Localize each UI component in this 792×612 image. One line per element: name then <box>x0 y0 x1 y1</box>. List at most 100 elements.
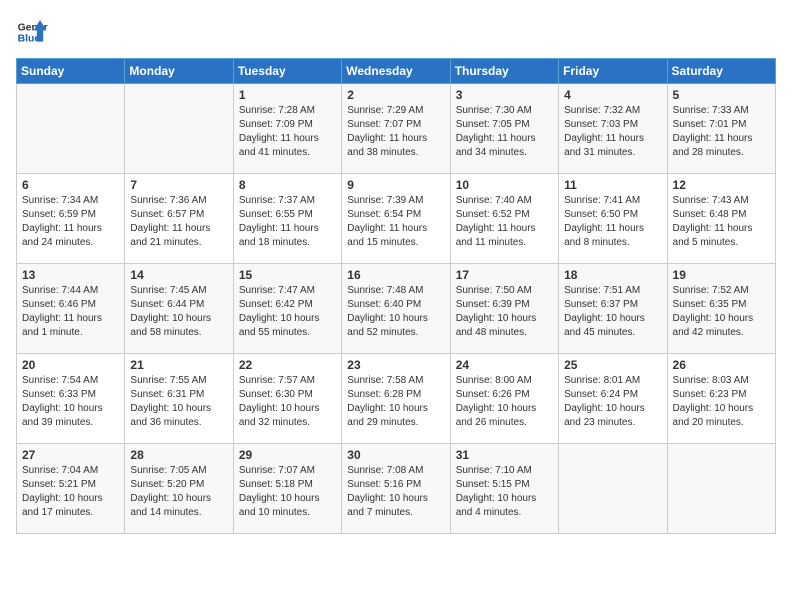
calendar-cell: 11 Sunrise: 7:41 AM Sunset: 6:50 PM Dayli… <box>559 174 667 264</box>
day-info: Sunrise: 7:48 AM Sunset: 6:40 PM Dayligh… <box>347 284 444 340</box>
calendar-cell: 22 Sunrise: 7:57 AM Sunset: 6:30 PM Dayli… <box>233 354 341 444</box>
calendar-cell: 17 Sunrise: 7:50 AM Sunset: 6:39 PM Dayli… <box>450 264 558 354</box>
day-info: Sunrise: 7:07 AM Sunset: 5:18 PM Dayligh… <box>239 464 336 520</box>
day-info: Sunrise: 7:36 AM Sunset: 6:57 PM Dayligh… <box>130 194 227 250</box>
logo-icon: General Blue <box>16 16 48 48</box>
day-info: Sunrise: 8:03 AM Sunset: 6:23 PM Dayligh… <box>673 374 770 430</box>
calendar-cell: 21Sunrise: 7:55 AM Sunset: 6:31 PM Dayli… <box>125 354 233 444</box>
calendar-cell <box>667 444 775 534</box>
day-info: Sunrise: 7:43 AM Sunset: 6:48 PM Dayligh… <box>673 194 770 250</box>
day-number: 15 <box>239 268 336 282</box>
calendar-cell: 10 Sunrise: 7:40 AM Sunset: 6:52 PM Dayli… <box>450 174 558 264</box>
calendar-cell <box>125 84 233 174</box>
calendar-cell: 18 Sunrise: 7:51 AM Sunset: 6:37 PM Dayli… <box>559 264 667 354</box>
calendar-cell: 24 Sunrise: 8:00 AM Sunset: 6:26 PM Dayli… <box>450 354 558 444</box>
day-info: Sunrise: 7:04 AM Sunset: 5:21 PM Dayligh… <box>22 464 119 520</box>
day-number: 22 <box>239 358 336 372</box>
day-number: 10 <box>456 178 553 192</box>
day-number: 26 <box>673 358 770 372</box>
week-row-4: 27 Sunrise: 7:04 AM Sunset: 5:21 PM Dayli… <box>17 444 776 534</box>
calendar-cell: 29 Sunrise: 7:07 AM Sunset: 5:18 PM Dayli… <box>233 444 341 534</box>
day-number: 1 <box>239 88 336 102</box>
day-info: Sunrise: 7:40 AM Sunset: 6:52 PM Dayligh… <box>456 194 553 250</box>
day-info: Sunrise: 7:10 AM Sunset: 5:15 PM Dayligh… <box>456 464 553 520</box>
day-info: Sunrise: 7:05 AM Sunset: 5:20 PM Dayligh… <box>130 464 227 520</box>
day-number: 17 <box>456 268 553 282</box>
day-number: 6 <box>22 178 119 192</box>
header-saturday: Saturday <box>667 59 775 84</box>
day-info: Sunrise: 7:51 AM Sunset: 6:37 PM Dayligh… <box>564 284 661 340</box>
day-number: 28 <box>130 448 227 462</box>
day-number: 20 <box>22 358 119 372</box>
day-number: 12 <box>673 178 770 192</box>
day-number: 9 <box>347 178 444 192</box>
day-number: 24 <box>456 358 553 372</box>
calendar-cell: 3 Sunrise: 7:30 AM Sunset: 7:05 PM Daylig… <box>450 84 558 174</box>
day-info: Sunrise: 7:08 AM Sunset: 5:16 PM Dayligh… <box>347 464 444 520</box>
header-row: SundayMondayTuesdayWednesdayThursdayFrid… <box>17 59 776 84</box>
day-number: 23 <box>347 358 444 372</box>
calendar-cell: 12 Sunrise: 7:43 AM Sunset: 6:48 PM Dayli… <box>667 174 775 264</box>
calendar-cell: 30Sunrise: 7:08 AM Sunset: 5:16 PM Dayli… <box>342 444 450 534</box>
day-info: Sunrise: 7:52 AM Sunset: 6:35 PM Dayligh… <box>673 284 770 340</box>
calendar-cell: 19 Sunrise: 7:52 AM Sunset: 6:35 PM Dayli… <box>667 264 775 354</box>
week-row-2: 13Sunrise: 7:44 AM Sunset: 6:46 PM Dayli… <box>17 264 776 354</box>
calendar-cell: 13Sunrise: 7:44 AM Sunset: 6:46 PM Dayli… <box>17 264 125 354</box>
day-number: 27 <box>22 448 119 462</box>
day-info: Sunrise: 7:33 AM Sunset: 7:01 PM Dayligh… <box>673 104 770 160</box>
day-number: 14 <box>130 268 227 282</box>
calendar-cell: 8Sunrise: 7:37 AM Sunset: 6:55 PM Daylig… <box>233 174 341 264</box>
day-number: 5 <box>673 88 770 102</box>
header-friday: Friday <box>559 59 667 84</box>
calendar-cell: 26 Sunrise: 8:03 AM Sunset: 6:23 PM Dayli… <box>667 354 775 444</box>
calendar-cell: 27 Sunrise: 7:04 AM Sunset: 5:21 PM Dayli… <box>17 444 125 534</box>
week-row-3: 20 Sunrise: 7:54 AM Sunset: 6:33 PM Dayli… <box>17 354 776 444</box>
day-info: Sunrise: 7:47 AM Sunset: 6:42 PM Dayligh… <box>239 284 336 340</box>
calendar-cell: 7 Sunrise: 7:36 AM Sunset: 6:57 PM Daylig… <box>125 174 233 264</box>
day-number: 18 <box>564 268 661 282</box>
day-number: 19 <box>673 268 770 282</box>
header-monday: Monday <box>125 59 233 84</box>
calendar-cell: 28 Sunrise: 7:05 AM Sunset: 5:20 PM Dayli… <box>125 444 233 534</box>
week-row-1: 6Sunrise: 7:34 AM Sunset: 6:59 PM Daylig… <box>17 174 776 264</box>
calendar-table: SundayMondayTuesdayWednesdayThursdayFrid… <box>16 58 776 534</box>
day-number: 11 <box>564 178 661 192</box>
week-row-0: 1 Sunrise: 7:28 AM Sunset: 7:09 PM Daylig… <box>17 84 776 174</box>
calendar-cell: 5 Sunrise: 7:33 AM Sunset: 7:01 PM Daylig… <box>667 84 775 174</box>
day-number: 2 <box>347 88 444 102</box>
day-info: Sunrise: 7:41 AM Sunset: 6:50 PM Dayligh… <box>564 194 661 250</box>
day-info: Sunrise: 8:00 AM Sunset: 6:26 PM Dayligh… <box>456 374 553 430</box>
day-info: Sunrise: 7:28 AM Sunset: 7:09 PM Dayligh… <box>239 104 336 160</box>
day-number: 21 <box>130 358 227 372</box>
calendar-cell: 1 Sunrise: 7:28 AM Sunset: 7:09 PM Daylig… <box>233 84 341 174</box>
calendar-cell: 4 Sunrise: 7:32 AM Sunset: 7:03 PM Daylig… <box>559 84 667 174</box>
day-info: Sunrise: 7:50 AM Sunset: 6:39 PM Dayligh… <box>456 284 553 340</box>
calendar-cell: 2 Sunrise: 7:29 AM Sunset: 7:07 PM Daylig… <box>342 84 450 174</box>
day-number: 7 <box>130 178 227 192</box>
day-info: Sunrise: 7:29 AM Sunset: 7:07 PM Dayligh… <box>347 104 444 160</box>
day-info: Sunrise: 7:54 AM Sunset: 6:33 PM Dayligh… <box>22 374 119 430</box>
header-wednesday: Wednesday <box>342 59 450 84</box>
day-number: 3 <box>456 88 553 102</box>
calendar-cell: 16 Sunrise: 7:48 AM Sunset: 6:40 PM Dayli… <box>342 264 450 354</box>
calendar-cell <box>559 444 667 534</box>
calendar-cell: 9Sunrise: 7:39 AM Sunset: 6:54 PM Daylig… <box>342 174 450 264</box>
day-info: Sunrise: 7:30 AM Sunset: 7:05 PM Dayligh… <box>456 104 553 160</box>
day-number: 4 <box>564 88 661 102</box>
calendar-cell: 31Sunrise: 7:10 AM Sunset: 5:15 PM Dayli… <box>450 444 558 534</box>
day-info: Sunrise: 7:45 AM Sunset: 6:44 PM Dayligh… <box>130 284 227 340</box>
logo: General Blue <box>16 16 48 48</box>
calendar-cell: 20 Sunrise: 7:54 AM Sunset: 6:33 PM Dayli… <box>17 354 125 444</box>
day-number: 13 <box>22 268 119 282</box>
page-header: General Blue <box>16 16 776 48</box>
day-info: Sunrise: 8:01 AM Sunset: 6:24 PM Dayligh… <box>564 374 661 430</box>
day-info: Sunrise: 7:32 AM Sunset: 7:03 PM Dayligh… <box>564 104 661 160</box>
day-info: Sunrise: 7:37 AM Sunset: 6:55 PM Dayligh… <box>239 194 336 250</box>
day-info: Sunrise: 7:58 AM Sunset: 6:28 PM Dayligh… <box>347 374 444 430</box>
day-number: 16 <box>347 268 444 282</box>
day-info: Sunrise: 7:57 AM Sunset: 6:30 PM Dayligh… <box>239 374 336 430</box>
calendar-cell: 6Sunrise: 7:34 AM Sunset: 6:59 PM Daylig… <box>17 174 125 264</box>
day-number: 29 <box>239 448 336 462</box>
header-tuesday: Tuesday <box>233 59 341 84</box>
header-sunday: Sunday <box>17 59 125 84</box>
